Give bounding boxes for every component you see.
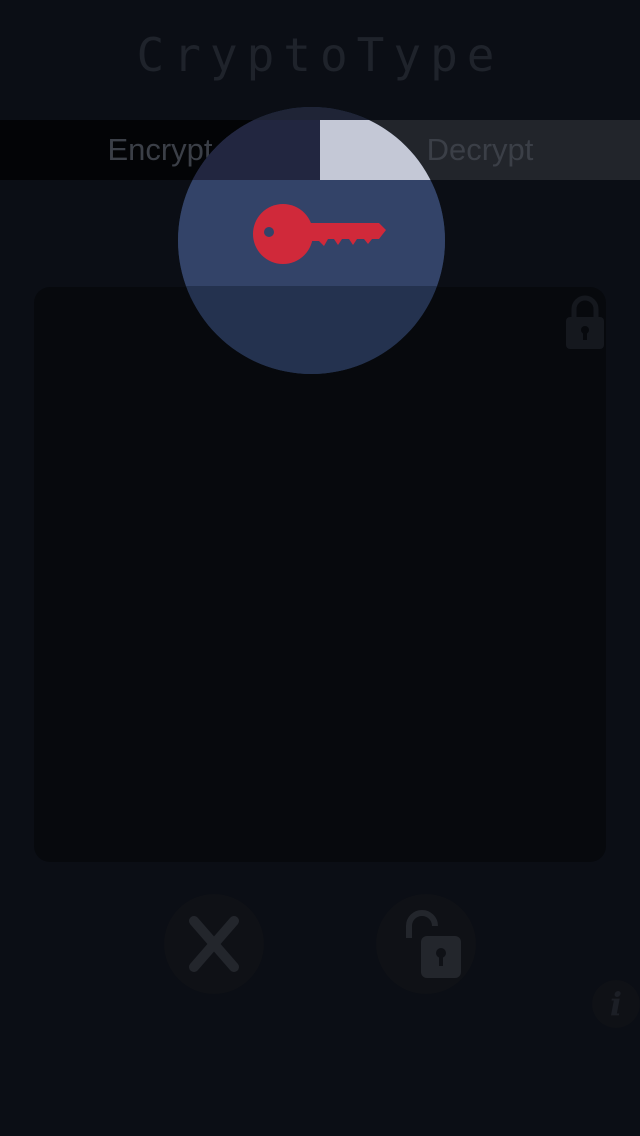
key-icon (253, 204, 386, 264)
clear-button[interactable] (164, 894, 264, 994)
magnifier-overlay (178, 107, 445, 374)
magnifier-decrypt-segment (320, 120, 445, 180)
info-button[interactable]: i (592, 980, 640, 1028)
close-icon (189, 916, 239, 972)
info-icon: i (609, 985, 623, 1023)
app-title: CryptoType (136, 28, 504, 82)
encrypt-button[interactable] (376, 894, 476, 994)
unlock-icon (406, 910, 461, 978)
lock-icon (566, 295, 604, 349)
magnifier-bottom-band (178, 286, 445, 374)
magnifier-encrypt-segment (178, 120, 320, 180)
